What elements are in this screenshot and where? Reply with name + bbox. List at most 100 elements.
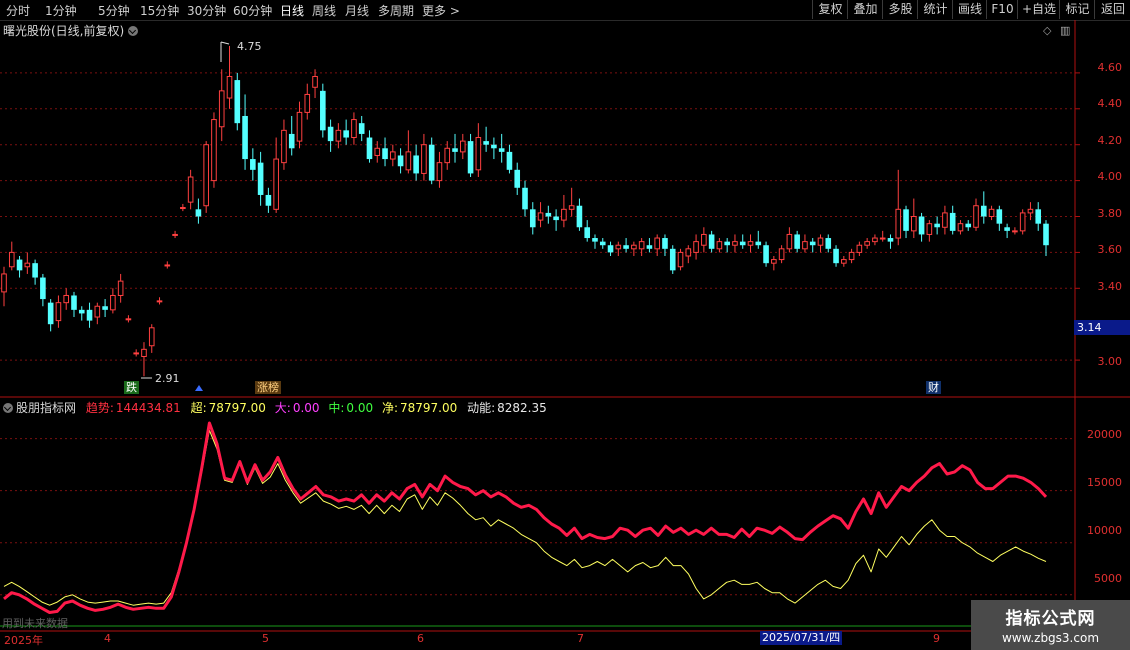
candle-body <box>677 251 684 268</box>
candle <box>825 234 832 253</box>
candle <box>94 302 101 325</box>
candle-body <box>708 234 715 249</box>
candle <box>786 227 793 253</box>
chart-canvas <box>0 20 1130 650</box>
candle-body <box>24 262 31 268</box>
candle-body <box>327 126 334 142</box>
candle <box>529 202 536 235</box>
candle <box>957 220 964 235</box>
candle <box>856 241 863 256</box>
candle <box>903 205 909 239</box>
candle-body <box>32 263 38 278</box>
big-label: 大: <box>274 401 291 415</box>
candle <box>351 112 357 145</box>
candle <box>646 238 653 253</box>
candle <box>320 83 326 138</box>
candle-body <box>421 144 427 174</box>
candle-body <box>568 205 575 210</box>
candle-body <box>809 241 816 246</box>
big-value: 0.00 <box>292 401 320 415</box>
candle <box>809 238 816 253</box>
candle <box>848 248 855 264</box>
candle-body <box>1019 212 1026 232</box>
candle <box>195 198 202 224</box>
candle <box>716 238 723 253</box>
candle-body <box>459 140 466 153</box>
indicator-axis-label: 15000 <box>1087 476 1122 489</box>
candle <box>32 259 38 285</box>
candle <box>71 291 77 318</box>
price-axis-label: 3.80 <box>1097 207 1123 220</box>
candle <box>522 180 528 217</box>
candle-body <box>848 251 855 261</box>
candle-body <box>491 144 497 149</box>
candle-body <box>537 212 544 221</box>
watermark-title: 指标公式网 <box>1005 609 1096 629</box>
time-axis-label: 5 <box>262 632 269 645</box>
momentum-line <box>3 429 1047 606</box>
candle-body <box>86 309 93 321</box>
indicator-lines <box>3 421 1048 614</box>
candle-body <box>8 251 15 268</box>
indicator-axis-label: 10000 <box>1087 524 1122 537</box>
candle <box>833 245 839 267</box>
price-axis-label: 4.00 <box>1097 170 1123 183</box>
candle-body <box>786 233 793 250</box>
time-axis-label: 9 <box>933 632 940 645</box>
chevron-down-icon[interactable] <box>3 403 13 413</box>
candle-body <box>724 241 730 246</box>
candle <box>288 115 295 156</box>
candle-body <box>685 248 692 257</box>
candlestick-series <box>1 45 1049 377</box>
candle <box>631 241 637 256</box>
future-data-note: 用到未来数据 <box>2 617 68 630</box>
candle-body <box>973 205 979 228</box>
candle-body <box>794 234 800 249</box>
candle-body <box>320 90 326 131</box>
candle-body <box>1012 230 1018 233</box>
candle-body <box>911 216 917 232</box>
candle <box>405 130 412 174</box>
candle <box>483 126 489 152</box>
candle-body <box>110 294 116 311</box>
candle-body <box>436 162 443 182</box>
candle-body <box>817 237 824 246</box>
candle <box>677 248 684 271</box>
candle <box>312 69 318 99</box>
tag-die[interactable]: 跌 <box>124 381 139 394</box>
candle <box>172 230 178 239</box>
indicator-axis-label: 20000 <box>1087 428 1122 441</box>
candle <box>623 238 629 253</box>
candle-body <box>996 209 1003 224</box>
watermark: 指标公式网 www.zbgs3.com <box>971 600 1130 650</box>
candle <box>638 238 645 256</box>
mid-value: 0.00 <box>346 401 374 415</box>
candle-body <box>382 148 388 160</box>
candle <box>397 148 404 174</box>
candle-body <box>926 223 933 235</box>
candle-body <box>405 151 412 171</box>
candle-body <box>1035 209 1042 224</box>
candle <box>771 255 777 271</box>
candle-body <box>94 305 101 318</box>
candle <box>390 144 396 167</box>
candle-body <box>988 208 995 218</box>
candle <box>802 234 808 253</box>
candle-body <box>522 187 528 210</box>
candle-body <box>529 209 536 228</box>
candle-body <box>545 212 552 217</box>
candle-body <box>148 327 155 347</box>
candle <box>63 288 70 310</box>
candle <box>218 69 225 142</box>
tag-zhangbang[interactable]: 涨榜 <box>255 381 281 394</box>
tag-cai[interactable]: 财 <box>926 381 941 394</box>
candle-body <box>242 115 248 160</box>
candle <box>436 151 443 188</box>
candle-body <box>172 233 178 236</box>
candle <box>988 205 995 221</box>
candle-body <box>156 300 163 303</box>
candle-body <box>288 133 295 149</box>
trend-line <box>3 421 1048 614</box>
candle-body <box>312 75 318 88</box>
time-axis: 2025年 4 5 6 7 2025/07/31/四 9 <box>0 631 1075 650</box>
